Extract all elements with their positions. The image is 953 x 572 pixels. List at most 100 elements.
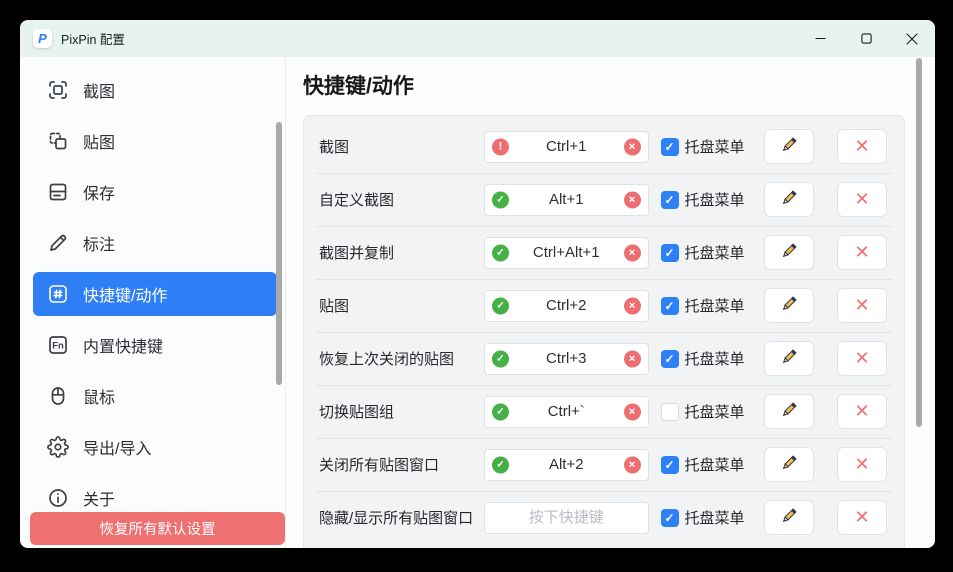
clear-hotkey-icon[interactable]: ✕ bbox=[624, 456, 641, 473]
sidebar-item-screenshot[interactable]: 截图 bbox=[33, 68, 277, 112]
pencil-icon bbox=[780, 454, 798, 475]
edit-hotkey-button[interactable] bbox=[764, 288, 814, 323]
minimize-icon[interactable] bbox=[797, 20, 843, 57]
pencil-icon bbox=[780, 507, 798, 528]
hotkey-input[interactable]: ✓ ✕ bbox=[484, 184, 649, 216]
edit-hotkey-button[interactable] bbox=[764, 394, 814, 429]
edit-hotkey-button[interactable] bbox=[764, 341, 814, 376]
hotkey-input[interactable] bbox=[484, 502, 649, 534]
clear-hotkey-icon[interactable]: ✕ bbox=[624, 138, 641, 155]
delete-hotkey-button[interactable]: ✕ bbox=[837, 500, 887, 535]
window-controls bbox=[797, 20, 935, 57]
svg-text:Fn: Fn bbox=[52, 340, 64, 351]
page-title: 快捷键/动作 bbox=[303, 70, 414, 100]
edit-hotkey-button[interactable] bbox=[764, 129, 814, 164]
tray-menu-label: 托盘菜单 bbox=[685, 189, 747, 210]
screenshot-icon bbox=[47, 79, 69, 101]
hotkey-row: 贴图 ✓ ✕ ✓ 托盘菜单 ✕ bbox=[304, 279, 904, 332]
pencil-icon bbox=[780, 348, 798, 369]
delete-hotkey-button[interactable]: ✕ bbox=[837, 129, 887, 164]
hotkey-row: 切换贴图组 ✓ ✕ ✓ 托盘菜单 ✕ bbox=[304, 385, 904, 438]
sidebar-item-pin[interactable]: 贴图 bbox=[33, 119, 277, 163]
sidebar-item-hotkeys-actions[interactable]: 快捷键/动作 bbox=[33, 272, 277, 316]
maximize-icon[interactable] bbox=[843, 20, 889, 57]
warning-icon: ! bbox=[492, 138, 509, 155]
hotkey-row: 关闭所有贴图窗口 ✓ ✕ ✓ 托盘菜单 ✕ bbox=[304, 438, 904, 491]
tray-menu-checkbox[interactable]: ✓ bbox=[661, 456, 679, 474]
hotkey-row: 恢复上次关闭的贴图 ✓ ✕ ✓ 托盘菜单 ✕ bbox=[304, 332, 904, 385]
pixpin-config-window: P PixPin 配置 截图 贴图 保存 标注 快捷键/动作 Fn bbox=[20, 20, 935, 548]
ok-icon: ✓ bbox=[492, 456, 509, 473]
delete-hotkey-button[interactable]: ✕ bbox=[837, 182, 887, 217]
delete-hotkey-button[interactable]: ✕ bbox=[837, 394, 887, 429]
hotkey-row: 截图并复制 ✓ ✕ ✓ 托盘菜单 ✕ bbox=[304, 226, 904, 279]
hotkey-list-card: 截图 ! ✕ ✓ 托盘菜单 ✕ 自定义截图 ✓ bbox=[303, 115, 905, 548]
edit-hotkey-button[interactable] bbox=[764, 500, 814, 535]
hotkey-input[interactable]: ✓ ✕ bbox=[484, 237, 649, 269]
ok-icon: ✓ bbox=[492, 244, 509, 261]
hotkey-row: 隐藏/显示所有贴图窗口 ✓ 托盘菜单 ✕ bbox=[304, 491, 904, 544]
clear-hotkey-icon[interactable]: ✕ bbox=[624, 191, 641, 208]
main-panel: 快捷键/动作 截图 ! ✕ ✓ 托盘菜单 ✕ 自定 bbox=[286, 57, 935, 548]
edit-hotkey-button[interactable] bbox=[764, 447, 814, 482]
delete-hotkey-button[interactable]: ✕ bbox=[837, 235, 887, 270]
tray-menu-checkbox[interactable]: ✓ bbox=[661, 244, 679, 262]
hotkey-row-label: 切换贴图组 bbox=[319, 401, 484, 422]
tray-menu-checkbox[interactable]: ✓ bbox=[661, 191, 679, 209]
pencil-icon bbox=[780, 136, 798, 157]
pixpin-logo-icon: P bbox=[33, 29, 52, 48]
hotkey-row-label: 截图并复制 bbox=[319, 242, 484, 263]
ok-icon: ✓ bbox=[492, 350, 509, 367]
ok-icon: ✓ bbox=[492, 403, 509, 420]
delete-hotkey-button[interactable]: ✕ bbox=[837, 341, 887, 376]
sidebar-scrollbar-thumb[interactable] bbox=[276, 122, 282, 385]
sidebar-item-save[interactable]: 保存 bbox=[33, 170, 277, 214]
pin-icon bbox=[47, 130, 69, 152]
fn-icon: Fn bbox=[47, 334, 69, 356]
hotkey-input[interactable]: ! ✕ bbox=[484, 131, 649, 163]
hotkey-value-input[interactable] bbox=[485, 503, 648, 533]
sidebar-item-mouse[interactable]: 鼠标 bbox=[33, 374, 277, 418]
hotkey-row-label: 自定义截图 bbox=[319, 189, 484, 210]
edit-hotkey-button[interactable] bbox=[764, 235, 814, 270]
reset-defaults-button[interactable]: 恢复所有默认设置 bbox=[30, 512, 285, 545]
hotkey-input[interactable]: ✓ ✕ bbox=[484, 290, 649, 322]
tray-menu-label: 托盘菜单 bbox=[685, 242, 747, 263]
tray-menu-label: 托盘菜单 bbox=[685, 136, 747, 157]
save-icon bbox=[47, 181, 69, 203]
tray-menu-checkbox[interactable]: ✓ bbox=[661, 138, 679, 156]
close-icon[interactable] bbox=[889, 20, 935, 57]
tray-menu-checkbox[interactable]: ✓ bbox=[661, 297, 679, 315]
hotkey-icon bbox=[47, 283, 69, 305]
delete-hotkey-button[interactable]: ✕ bbox=[837, 447, 887, 482]
sidebar: 截图 贴图 保存 标注 快捷键/动作 Fn 内置快捷键 鼠标 导出/导入 关于 … bbox=[20, 57, 286, 548]
tray-menu-checkbox[interactable]: ✓ bbox=[661, 403, 679, 421]
titlebar: P PixPin 配置 bbox=[20, 20, 935, 57]
sidebar-item-export-import[interactable]: 导出/导入 bbox=[33, 425, 277, 469]
tray-menu-checkbox[interactable]: ✓ bbox=[661, 509, 679, 527]
hotkey-row: 自定义截图 ✓ ✕ ✓ 托盘菜单 ✕ bbox=[304, 173, 904, 226]
hotkey-row-label: 关闭所有贴图窗口 bbox=[319, 454, 484, 475]
tray-menu-label: 托盘菜单 bbox=[685, 454, 747, 475]
pencil-icon bbox=[780, 189, 798, 210]
delete-hotkey-button[interactable]: ✕ bbox=[837, 288, 887, 323]
clear-hotkey-icon[interactable]: ✕ bbox=[624, 350, 641, 367]
clear-hotkey-icon[interactable]: ✕ bbox=[624, 403, 641, 420]
sidebar-item-builtin-hotkeys[interactable]: Fn 内置快捷键 bbox=[33, 323, 277, 367]
hotkey-input[interactable]: ✓ ✕ bbox=[484, 343, 649, 375]
hotkey-input[interactable]: ✓ ✕ bbox=[484, 396, 649, 428]
hotkey-row-label: 隐藏/显示所有贴图窗口 bbox=[319, 507, 484, 528]
tray-menu-label: 托盘菜单 bbox=[685, 348, 747, 369]
tray-menu-label: 托盘菜单 bbox=[685, 507, 747, 528]
tray-menu-checkbox[interactable]: ✓ bbox=[661, 350, 679, 368]
tray-menu-label: 托盘菜单 bbox=[685, 295, 747, 316]
hotkey-input[interactable]: ✓ ✕ bbox=[484, 449, 649, 481]
pencil-icon bbox=[780, 295, 798, 316]
clear-hotkey-icon[interactable]: ✕ bbox=[624, 297, 641, 314]
sidebar-item-annotate[interactable]: 标注 bbox=[33, 221, 277, 265]
mouse-icon bbox=[47, 385, 69, 407]
hotkey-row-label: 贴图 bbox=[319, 295, 484, 316]
edit-hotkey-button[interactable] bbox=[764, 182, 814, 217]
main-scrollbar-thumb[interactable] bbox=[916, 58, 922, 427]
clear-hotkey-icon[interactable]: ✕ bbox=[624, 244, 641, 261]
